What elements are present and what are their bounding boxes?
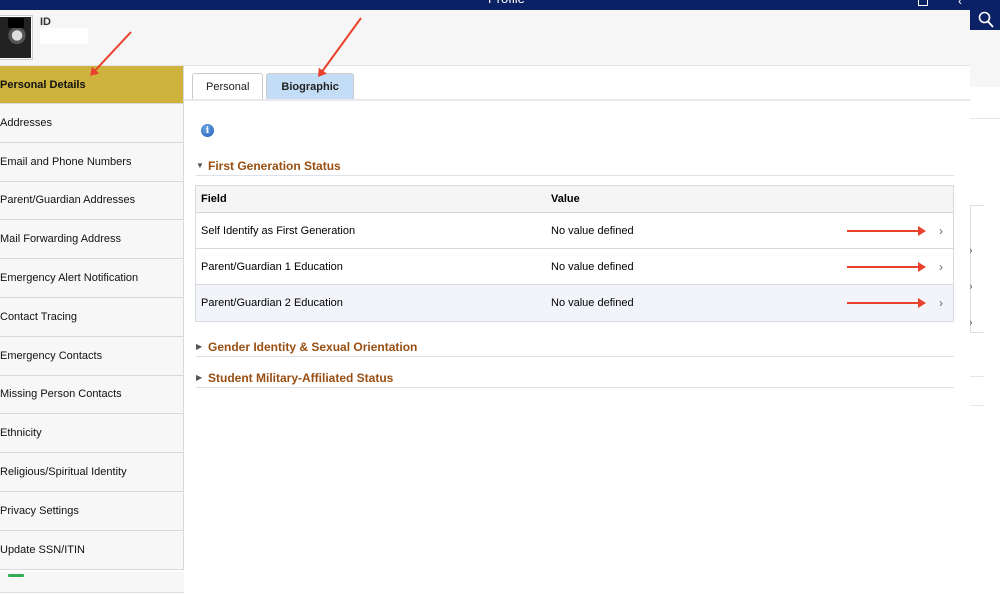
sidebar-item-email-phone[interactable]: Email and Phone Numbers	[0, 142, 184, 182]
sidebar-item-mail-forwarding[interactable]: Mail Forwarding Address	[0, 220, 184, 260]
first-generation-grid: Field Value Self Identify as First Gener…	[195, 185, 954, 322]
sidebar-item-update-ssn[interactable]: Update SSN/ITIN	[0, 530, 184, 570]
page-title: Profile	[488, 0, 525, 6]
annotation-arrow	[847, 298, 926, 308]
section-first-generation[interactable]: ▼ First Generation Status	[196, 156, 954, 176]
main-content: Personal Biographic i ▼ First Generation…	[184, 66, 970, 593]
table-row[interactable]: Parent/Guardian 1 Education No value def…	[196, 249, 953, 285]
sidebar-overflow-item[interactable]	[0, 572, 214, 593]
background-grid	[970, 205, 984, 333]
top-banner: Profile ‹	[0, 0, 1000, 10]
expand-icon: ▶	[196, 342, 203, 351]
collapse-icon: ▼	[196, 161, 204, 170]
table-row[interactable]: Parent/Guardian 2 Education No value def…	[196, 285, 953, 321]
background-panel	[970, 30, 1000, 87]
sidebar-item-religious-identity[interactable]: Religious/Spiritual Identity	[0, 453, 184, 492]
tab-personal[interactable]: Personal	[192, 73, 264, 100]
sidebar-item-contact-tracing[interactable]: Contact Tracing	[0, 297, 184, 337]
back-icon[interactable]: ‹	[958, 0, 962, 8]
grid-header: Field Value	[196, 186, 953, 213]
section-title: First Generation Status	[208, 158, 341, 173]
sidebar-item-parent-guardian-addresses[interactable]: Parent/Guardian Addresses	[0, 181, 184, 221]
id-value	[40, 28, 88, 44]
search-icon	[978, 11, 994, 28]
field-label: Parent/Guardian 1 Education	[201, 260, 343, 273]
search-button[interactable]	[970, 10, 1000, 30]
sidebar-item-missing-person[interactable]: Missing Person Contacts	[0, 375, 184, 415]
annotation-arrow	[847, 226, 926, 236]
section-title: Student Military-Affiliated Status	[208, 370, 394, 385]
section-title: Gender Identity & Sexual Orientation	[208, 339, 418, 354]
sidebar-item-emergency-contacts[interactable]: Emergency Contacts	[0, 336, 184, 376]
field-label: Self Identify as First Generation	[201, 224, 356, 237]
expand-icon: ▶	[196, 373, 203, 382]
tab-bar: Personal Biographic	[192, 73, 357, 100]
annotation-arrow	[847, 262, 926, 272]
tab-biographic[interactable]: Biographic	[266, 73, 354, 100]
section-gender-identity[interactable]: ▶ Gender Identity & Sexual Orientation	[196, 337, 954, 357]
column-header-value: Value	[551, 193, 580, 205]
chevron-right-icon[interactable]: ›	[939, 296, 943, 310]
sidebar-item-privacy-settings[interactable]: Privacy Settings	[0, 491, 184, 531]
id-label: ID	[40, 16, 51, 28]
chevron-right-icon[interactable]: ›	[939, 224, 943, 238]
avatar	[0, 15, 33, 60]
profile-header: ID	[0, 10, 970, 66]
sidebar-nav: Personal Details Addresses Email and Pho…	[0, 66, 184, 570]
sidebar-item-emergency-alert[interactable]: Emergency Alert Notification	[0, 259, 184, 298]
table-row[interactable]: Self Identify as First Generation No val…	[196, 213, 953, 249]
tab-divider	[184, 99, 970, 101]
navbar-icon[interactable]	[918, 0, 928, 6]
sidebar-item-ethnicity[interactable]: Ethnicity	[0, 414, 184, 454]
sidebar-item-addresses[interactable]: Addresses	[0, 104, 184, 143]
chevron-right-icon[interactable]: ›	[939, 260, 943, 274]
section-military-status[interactable]: ▶ Student Military-Affiliated Status	[196, 368, 954, 388]
field-label: Parent/Guardian 2 Education	[201, 297, 343, 309]
status-icon	[8, 574, 24, 577]
info-icon[interactable]: i	[201, 124, 214, 137]
column-header-field: Field	[201, 193, 227, 205]
